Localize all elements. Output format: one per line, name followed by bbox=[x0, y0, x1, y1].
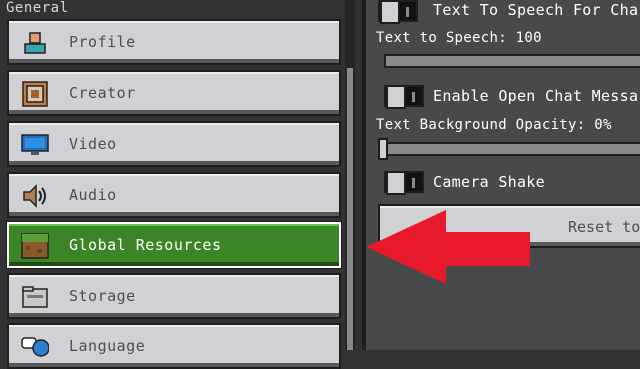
camera-shake-label: Camera Shake bbox=[433, 173, 545, 191]
sidebar-item-profile[interactable]: Profile bbox=[7, 19, 341, 65]
sidebar-item-label: Storage bbox=[69, 287, 136, 305]
language-icon bbox=[21, 334, 50, 360]
bg-opacity-slider[interactable] bbox=[378, 142, 640, 156]
toggle-knob bbox=[386, 171, 406, 195]
annotation-arrow-icon bbox=[366, 210, 530, 284]
bg-opacity-slider-handle[interactable] bbox=[378, 138, 388, 160]
tts-toggle-label: Text To Speech For Cha bbox=[433, 1, 639, 19]
creator-icon bbox=[21, 81, 49, 107]
sidebar-item-label: Audio bbox=[69, 186, 117, 204]
bg-opacity-label: Text Background Opacity: 0% bbox=[376, 117, 612, 133]
sidebar-item-storage[interactable]: Storage bbox=[7, 273, 341, 319]
sidebar-item-audio[interactable]: Audio bbox=[7, 172, 341, 218]
camera-shake-toggle[interactable] bbox=[384, 171, 424, 195]
toggle-knob bbox=[380, 0, 400, 24]
toggle-notch bbox=[406, 7, 409, 17]
settings-sidebar: General Profile Creator Video Audio Glob… bbox=[0, 0, 355, 369]
sidebar-scrollbar-thumb[interactable] bbox=[347, 68, 353, 350]
sidebar-item-label: Video bbox=[69, 135, 117, 153]
sidebar-item-global-resources[interactable]: Global Resources bbox=[6, 221, 342, 269]
sidebar-item-label: Language bbox=[69, 337, 146, 355]
storage-icon bbox=[21, 284, 49, 310]
sidebar-item-label: Creator bbox=[69, 84, 136, 102]
sidebar-item-creator[interactable]: Creator bbox=[7, 70, 341, 116]
tts-slider[interactable] bbox=[384, 54, 640, 68]
video-icon bbox=[21, 132, 49, 158]
audio-icon bbox=[21, 183, 49, 209]
sidebar-item-label: Global Resources bbox=[69, 236, 222, 254]
toggle-knob bbox=[386, 85, 406, 109]
sidebar-item-label: Profile bbox=[69, 33, 136, 51]
toggle-notch bbox=[412, 178, 415, 188]
sidebar-item-video[interactable]: Video bbox=[7, 121, 341, 167]
reset-button-label: Reset to bbox=[568, 218, 640, 236]
global-resources-icon bbox=[21, 233, 49, 259]
sidebar-item-language[interactable]: Language bbox=[7, 323, 341, 369]
tts-toggle[interactable] bbox=[378, 0, 418, 24]
open-chat-label: Enable Open Chat Messa bbox=[433, 87, 639, 105]
tts-slider-label: Text to Speech: 100 bbox=[376, 30, 542, 46]
profile-icon bbox=[21, 30, 49, 56]
section-title: General bbox=[6, 0, 69, 16]
toggle-notch bbox=[412, 92, 415, 102]
open-chat-toggle[interactable] bbox=[384, 85, 424, 109]
